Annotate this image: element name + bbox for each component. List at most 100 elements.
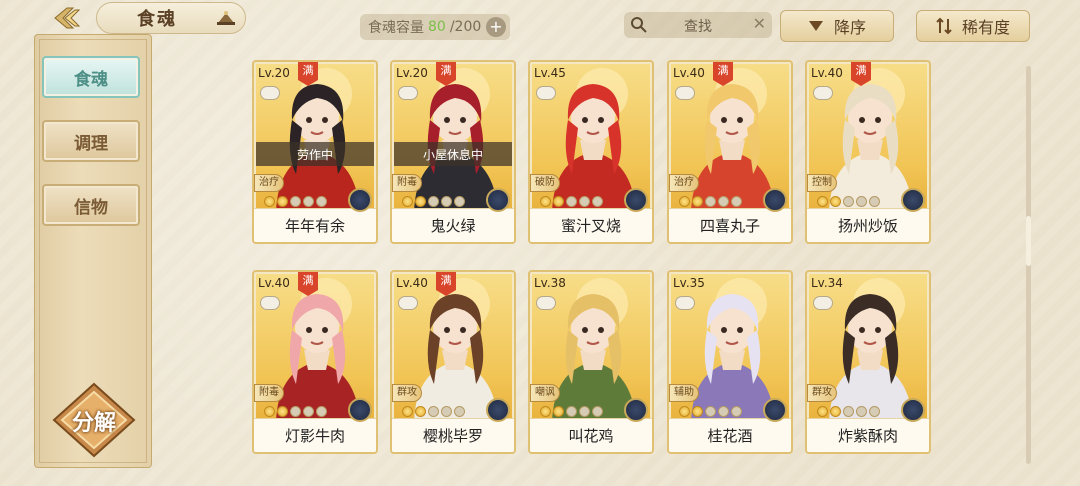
card-level: Lv.40 bbox=[673, 66, 705, 80]
star-icon bbox=[705, 196, 716, 207]
star-icon bbox=[817, 196, 828, 207]
card-name: 叫花鸡 bbox=[530, 418, 652, 452]
food-soul-card[interactable]: Lv.40 满群攻 樱桃毕罗 bbox=[390, 270, 516, 454]
star-icon bbox=[454, 196, 465, 207]
star-icon bbox=[579, 196, 590, 207]
card-role-tag: 治疗 bbox=[254, 174, 284, 192]
star-icon bbox=[290, 196, 301, 207]
card-role-tag: 群攻 bbox=[807, 384, 837, 402]
card-name: 樱桃毕罗 bbox=[392, 418, 514, 452]
card-level: Lv.40 bbox=[396, 276, 428, 290]
card-name: 灯影牛肉 bbox=[254, 418, 376, 452]
food-soul-card[interactable]: Lv.40 满附毒 灯影牛肉 bbox=[252, 270, 378, 454]
star-rating bbox=[817, 196, 880, 207]
tab-tokens[interactable]: 信物 bbox=[42, 184, 140, 226]
star-icon bbox=[553, 196, 564, 207]
star-icon bbox=[705, 406, 716, 417]
star-icon bbox=[290, 406, 301, 417]
tab-cooking[interactable]: 调理 bbox=[42, 120, 140, 162]
sort-by-button[interactable]: 稀有度 bbox=[916, 10, 1030, 42]
chat-bubble-icon bbox=[536, 86, 556, 100]
card-name: 桂花酒 bbox=[669, 418, 791, 452]
skill-medal-icon bbox=[348, 188, 372, 212]
star-icon bbox=[869, 196, 880, 207]
star-icon bbox=[277, 406, 288, 417]
star-icon bbox=[817, 406, 828, 417]
star-icon bbox=[428, 196, 439, 207]
page-title: 食魂 bbox=[137, 9, 177, 30]
chat-bubble-icon bbox=[813, 86, 833, 100]
add-capacity-button[interactable]: + bbox=[486, 17, 506, 37]
food-soul-card[interactable]: Lv.38 嘲讽叫花鸡 bbox=[528, 270, 654, 454]
chat-bubble-icon bbox=[398, 296, 418, 310]
card-role-tag: 控制 bbox=[807, 174, 837, 192]
sort-order-button[interactable]: 降序 bbox=[780, 10, 894, 42]
skill-medal-icon bbox=[901, 188, 925, 212]
capacity-label: 食魂容量 bbox=[368, 20, 424, 36]
card-name: 鬼火绿 bbox=[392, 208, 514, 242]
skill-medal-icon bbox=[763, 398, 787, 422]
card-level: Lv.20 bbox=[258, 66, 290, 80]
star-rating bbox=[540, 196, 603, 207]
card-name: 蜜汁叉烧 bbox=[530, 208, 652, 242]
star-icon bbox=[441, 196, 452, 207]
card-role-tag: 辅助 bbox=[669, 384, 699, 402]
star-icon bbox=[277, 196, 288, 207]
card-role-tag: 嘲讽 bbox=[530, 384, 560, 402]
search-icon bbox=[630, 16, 648, 38]
food-soul-card[interactable]: Lv.40 满控制 扬州炒饭 bbox=[805, 60, 931, 244]
card-name: 年年有余 bbox=[254, 208, 376, 242]
card-role-tag: 附毒 bbox=[254, 384, 284, 402]
card-level: Lv.38 bbox=[534, 276, 566, 290]
food-soul-card[interactable]: Lv.34 群攻 炸紫酥肉 bbox=[805, 270, 931, 454]
decompose-button[interactable]: 分解 bbox=[50, 382, 138, 460]
chat-bubble-icon bbox=[260, 86, 280, 100]
star-icon bbox=[692, 196, 703, 207]
star-icon bbox=[264, 196, 275, 207]
card-level: Lv.40 bbox=[811, 66, 843, 80]
skill-medal-icon bbox=[624, 398, 648, 422]
back-button[interactable] bbox=[48, 4, 92, 32]
sort-order-label: 降序 bbox=[833, 18, 866, 37]
card-status: 小屋休息中 bbox=[394, 142, 512, 166]
food-soul-card[interactable]: Lv.20 满劳作中 治疗 年年有余 bbox=[252, 60, 378, 244]
star-icon bbox=[415, 406, 426, 417]
card-level: Lv.34 bbox=[811, 276, 843, 290]
skill-medal-icon bbox=[624, 188, 648, 212]
chat-bubble-icon bbox=[398, 86, 418, 100]
chat-bubble-icon bbox=[536, 296, 556, 310]
tab-food-souls[interactable]: 食魂 bbox=[42, 56, 140, 98]
star-icon bbox=[731, 196, 742, 207]
star-rating bbox=[402, 196, 465, 207]
star-icon bbox=[718, 406, 729, 417]
triangle-down-icon bbox=[808, 21, 823, 31]
card-role-tag: 治疗 bbox=[669, 174, 699, 192]
card-status: 劳作中 bbox=[256, 142, 374, 166]
search-input[interactable]: 查找 ✕ bbox=[624, 12, 772, 38]
star-rating bbox=[540, 406, 603, 417]
star-icon bbox=[402, 196, 413, 207]
sort-by-label: 稀有度 bbox=[961, 18, 1010, 37]
skill-medal-icon bbox=[486, 398, 510, 422]
star-rating bbox=[679, 406, 742, 417]
card-role-tag: 破防 bbox=[530, 174, 560, 192]
food-soul-card[interactable]: Lv.20 满小屋休息中 附毒 鬼火绿 bbox=[390, 60, 516, 244]
star-icon bbox=[553, 406, 564, 417]
food-soul-card[interactable]: Lv.45 破防 蜜汁叉烧 bbox=[528, 60, 654, 244]
star-icon bbox=[679, 196, 690, 207]
card-level: Lv.35 bbox=[673, 276, 705, 290]
star-rating bbox=[264, 406, 327, 417]
food-soul-card[interactable]: Lv.40 满治疗 四喜丸子 bbox=[667, 60, 793, 244]
chat-bubble-icon bbox=[813, 296, 833, 310]
skill-medal-icon bbox=[901, 398, 925, 422]
star-icon bbox=[869, 406, 880, 417]
star-icon bbox=[856, 196, 867, 207]
food-soul-card[interactable]: Lv.35 辅助桂花酒 bbox=[667, 270, 793, 454]
page-title-plate: 食魂 bbox=[96, 2, 246, 34]
capacity-total: /200 bbox=[449, 19, 482, 35]
scrollbar-thumb[interactable] bbox=[1026, 216, 1031, 266]
clear-search-icon[interactable]: ✕ bbox=[753, 14, 766, 33]
star-icon bbox=[415, 196, 426, 207]
card-level: Lv.40 bbox=[258, 276, 290, 290]
search-placeholder: 查找 bbox=[684, 19, 712, 35]
